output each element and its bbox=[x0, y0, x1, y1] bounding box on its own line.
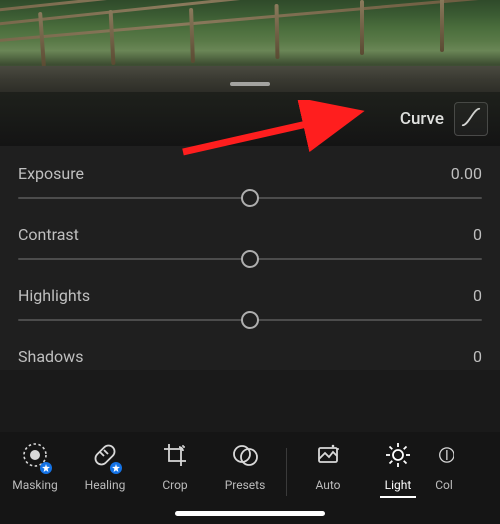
highlights-label: Highlights bbox=[18, 286, 90, 305]
tool-presets-label: Presets bbox=[225, 478, 266, 492]
tool-masking-label: Masking bbox=[12, 478, 58, 492]
auto-icon bbox=[314, 441, 342, 473]
crop-icon bbox=[161, 441, 189, 473]
color-icon bbox=[434, 441, 454, 473]
tool-auto-label: Auto bbox=[315, 478, 340, 492]
light-sliders-panel: Exposure 0.00 Contrast 0 Highlights 0 Sh… bbox=[0, 146, 500, 370]
shadows-slider[interactable]: Shadows 0 bbox=[18, 347, 482, 370]
light-panel-header: Curve bbox=[0, 92, 500, 146]
presets-icon bbox=[231, 441, 259, 473]
contrast-value: 0 bbox=[473, 225, 482, 244]
curve-icon bbox=[460, 106, 482, 132]
tool-crop[interactable]: Crop bbox=[140, 442, 210, 492]
contrast-thumb[interactable] bbox=[241, 250, 259, 268]
tool-color[interactable]: Col bbox=[433, 442, 461, 492]
exposure-label: Exposure bbox=[18, 164, 84, 183]
tool-presets[interactable]: Presets bbox=[210, 442, 280, 492]
tool-auto[interactable]: Auto bbox=[293, 442, 363, 492]
tool-crop-label: Crop bbox=[162, 478, 187, 492]
exposure-slider[interactable]: Exposure 0.00 bbox=[18, 164, 482, 199]
tool-color-label: Col bbox=[435, 478, 453, 492]
tool-light[interactable]: Light bbox=[363, 442, 433, 492]
premium-badge-icon bbox=[40, 462, 52, 474]
shadows-label: Shadows bbox=[18, 347, 83, 366]
home-indicator[interactable] bbox=[175, 511, 325, 516]
light-icon bbox=[384, 441, 412, 473]
exposure-value: 0.00 bbox=[451, 164, 482, 183]
shadows-value: 0 bbox=[473, 347, 482, 366]
curve-button[interactable] bbox=[454, 102, 488, 136]
toolbar-divider bbox=[286, 448, 287, 496]
tool-masking[interactable]: Masking bbox=[0, 442, 70, 492]
exposure-thumb[interactable] bbox=[241, 189, 259, 207]
photo-preview[interactable] bbox=[0, 0, 500, 92]
contrast-label: Contrast bbox=[18, 225, 79, 244]
tool-healing[interactable]: Healing bbox=[70, 442, 140, 492]
highlights-value: 0 bbox=[473, 286, 482, 305]
tool-light-label: Light bbox=[385, 478, 412, 492]
highlights-slider[interactable]: Highlights 0 bbox=[18, 286, 482, 321]
tool-healing-label: Healing bbox=[85, 478, 126, 492]
panel-drag-handle[interactable] bbox=[230, 82, 270, 86]
bottom-toolbar: Masking Healing bbox=[0, 432, 500, 524]
contrast-slider[interactable]: Contrast 0 bbox=[18, 225, 482, 260]
premium-badge-icon bbox=[110, 462, 122, 474]
highlights-thumb[interactable] bbox=[241, 311, 259, 329]
curve-label: Curve bbox=[400, 109, 444, 129]
